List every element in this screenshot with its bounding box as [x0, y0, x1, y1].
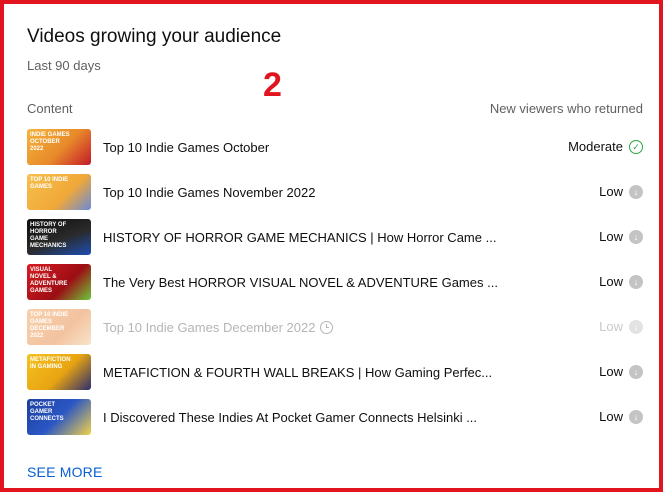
- metric-value: Low: [599, 409, 623, 424]
- metric-value: Low: [599, 184, 623, 199]
- metric-value: Low: [599, 229, 623, 244]
- video-title[interactable]: Top 10 Indie Games November 2022: [103, 185, 315, 200]
- video-title[interactable]: HISTORY OF HORROR GAME MECHANICS | How H…: [103, 230, 496, 245]
- returning-viewers-metric: Low ↓: [599, 409, 643, 424]
- arrow-down-circle-icon: ↓: [629, 274, 643, 289]
- thumbnail-caption: Visual Novel & Adventure Games: [30, 267, 68, 294]
- video-row[interactable]: Visual Novel & Adventure Games The Very …: [4, 261, 659, 306]
- thumbnail-caption: Pocket Gamer Connects: [30, 402, 64, 422]
- arrow-down-circle-icon: ↓: [629, 409, 643, 424]
- annotation-number: 2: [263, 66, 282, 104]
- thumbnail-caption: History of Horror Game Mechanics: [30, 222, 67, 249]
- video-row[interactable]: History of Horror Game Mechanics HISTORY…: [4, 216, 659, 261]
- returning-viewers-metric: Low ↓: [599, 229, 643, 244]
- video-row[interactable]: Indie Games October 2022 Top 10 Indie Ga…: [4, 126, 659, 171]
- arrow-down-circle-icon: ↓: [629, 364, 643, 379]
- metric-value: Low: [599, 364, 623, 379]
- card-title: Videos growing your audience: [27, 26, 282, 47]
- check-circle-icon: ✓: [629, 139, 643, 154]
- date-range-label: Last 90 days: [27, 58, 101, 73]
- video-row[interactable]: Pocket Gamer Connects I Discovered These…: [4, 396, 659, 441]
- arrow-down-circle-icon: ↓: [629, 229, 643, 244]
- column-header-returning-viewers: New viewers who returned: [489, 101, 643, 116]
- returning-viewers-metric: Low ↓: [599, 319, 643, 334]
- clock-icon: [320, 321, 334, 334]
- video-title[interactable]: I Discovered These Indies At Pocket Game…: [103, 410, 477, 425]
- video-row[interactable]: Metafiction in Gaming METAFICTION & FOUR…: [4, 351, 659, 396]
- metric-value: Moderate: [568, 139, 623, 154]
- video-thumbnail[interactable]: Top 10 Indie Games: [27, 174, 91, 210]
- column-header-content: Content: [27, 101, 73, 116]
- returning-viewers-metric: Low ↓: [599, 274, 643, 289]
- video-title[interactable]: Top 10 Indie Games December 2022: [103, 320, 334, 335]
- video-title[interactable]: METAFICTION & FOURTH WALL BREAKS | How G…: [103, 365, 492, 380]
- thumbnail-caption: Top 10 Indie Games December 2022: [30, 312, 69, 339]
- video-thumbnail[interactable]: Top 10 Indie Games December 2022: [27, 309, 91, 345]
- video-thumbnail[interactable]: Indie Games October 2022: [27, 129, 91, 165]
- see-more-link[interactable]: SEE MORE: [27, 464, 103, 480]
- returning-viewers-metric: Low ↓: [599, 184, 643, 199]
- video-thumbnail[interactable]: Visual Novel & Adventure Games: [27, 264, 91, 300]
- thumbnail-caption: Top 10 Indie Games: [30, 177, 69, 190]
- video-thumbnail[interactable]: Metafiction in Gaming: [27, 354, 91, 390]
- video-title[interactable]: Top 10 Indie Games October: [103, 140, 269, 155]
- videos-growing-audience-card: Videos growing your audience Last 90 day…: [0, 0, 663, 492]
- metric-value: Low: [599, 274, 623, 289]
- video-thumbnail[interactable]: History of Horror Game Mechanics: [27, 219, 91, 255]
- metric-value: Low: [599, 319, 623, 334]
- video-thumbnail[interactable]: Pocket Gamer Connects: [27, 399, 91, 435]
- thumbnail-caption: Metafiction in Gaming: [30, 357, 71, 370]
- video-title-text: Top 10 Indie Games December 2022: [103, 320, 316, 335]
- arrow-down-circle-icon: ↓: [629, 319, 643, 334]
- returning-viewers-metric: Moderate ✓: [568, 139, 643, 154]
- video-row[interactable]: Top 10 Indie Games December 2022 Top 10 …: [4, 306, 659, 351]
- video-row[interactable]: Top 10 Indie Games Top 10 Indie Games No…: [4, 171, 659, 216]
- video-list: Indie Games October 2022 Top 10 Indie Ga…: [4, 126, 659, 441]
- video-title[interactable]: The Very Best HORROR VISUAL NOVEL & ADVE…: [103, 275, 498, 290]
- returning-viewers-metric: Low ↓: [599, 364, 643, 379]
- thumbnail-caption: Indie Games October 2022: [30, 132, 70, 152]
- arrow-down-circle-icon: ↓: [629, 184, 643, 199]
